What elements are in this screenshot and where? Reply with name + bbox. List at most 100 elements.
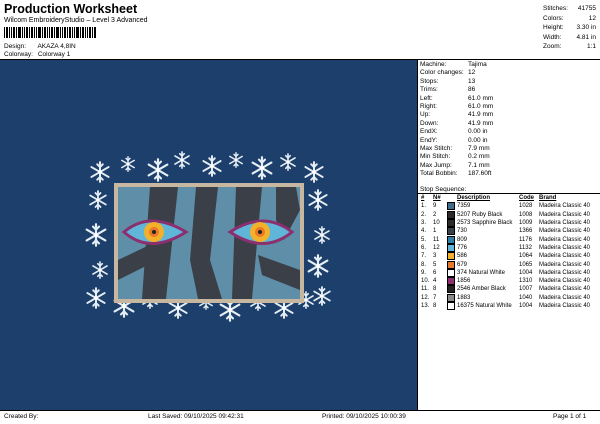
thread-description: 2573 Sapphire Black xyxy=(457,220,513,227)
color-swatch xyxy=(446,235,456,244)
thread-code: 1028 xyxy=(519,203,533,210)
height-value: 3.30 in xyxy=(576,24,596,31)
thread-code: 1366 xyxy=(519,228,533,235)
design-preview xyxy=(0,60,417,410)
spec-label: Up: xyxy=(420,111,431,119)
thread-brand: Madeira Classic 40 xyxy=(539,211,591,218)
last-saved: Last Saved: 09/10/2025 09:42:31 xyxy=(148,413,244,420)
table-row: 3. 10 2573 Sapphire Black 1009 Madeira Class… xyxy=(420,219,591,228)
thread-brand: Madeira Classic 40 xyxy=(539,294,591,301)
thread-description: 776 xyxy=(457,244,468,251)
color-swatch-box xyxy=(447,210,455,219)
needle-number: 12 xyxy=(433,244,440,251)
spec-label: Stops: xyxy=(420,77,439,85)
color-swatch xyxy=(446,219,456,228)
color-swatch xyxy=(446,227,456,236)
width-value: 4.81 in xyxy=(576,33,596,41)
color-swatch xyxy=(446,293,456,302)
spec-label: EndY: xyxy=(420,136,438,144)
colorway-label: Colorway: xyxy=(4,51,33,58)
height-label: Height: xyxy=(543,24,564,31)
table-row: 6. 12 776 1132 Madeira Classic 40 xyxy=(420,243,591,252)
colors-label: Colors: xyxy=(543,14,564,22)
table-row: 8. 5 679 1065 Madeira Classic 40 xyxy=(420,260,591,269)
thread-description: 16375 Natural White xyxy=(457,303,512,309)
page-number: Page 1 of 1 xyxy=(553,413,587,420)
color-swatch-box xyxy=(447,285,455,294)
thread-description: 5207 Ruby Black xyxy=(457,211,503,218)
colorway-value: Colorway 1 xyxy=(37,51,71,58)
stop-number: 4. xyxy=(421,228,427,235)
thread-description: 1883 xyxy=(457,294,471,301)
stop-number: 12. xyxy=(421,294,430,301)
spec-value: 41.9 mm xyxy=(468,111,494,119)
color-swatch xyxy=(446,243,456,252)
needle-number: 6 xyxy=(433,269,437,276)
needle-number: 1 xyxy=(433,228,437,235)
stop-number: 8. xyxy=(421,261,427,268)
stop-number: 10. xyxy=(421,278,430,285)
table-row: 5. 11 809 1176 Madeira Classic 40 xyxy=(420,235,591,244)
needle-number: 8 xyxy=(433,303,437,309)
thread-code: 1008 xyxy=(519,211,533,218)
col-swatch xyxy=(446,194,456,202)
zoom-label: Zoom: xyxy=(543,43,562,50)
color-swatch xyxy=(446,302,456,310)
col-description: Description xyxy=(457,195,491,202)
colorway-row: Colorway: Colorway 1 xyxy=(4,51,70,58)
table-row: 2. 2 5207 Ruby Black 1008 Madeira Classic 40 xyxy=(420,210,591,219)
zoom-value: 1:1 xyxy=(586,43,596,50)
color-swatch xyxy=(446,260,456,269)
design-label: Design: xyxy=(4,43,27,50)
spec-value: 41.9 mm xyxy=(468,119,494,127)
spec-value: 86 xyxy=(468,86,476,94)
stop-sequence-title: Stop Sequence: xyxy=(420,186,467,193)
color-swatch-box xyxy=(447,219,455,228)
spec-label: Right: xyxy=(420,103,437,111)
color-swatch-box xyxy=(447,293,455,302)
color-swatch xyxy=(446,285,456,294)
needle-number: 3 xyxy=(433,253,437,260)
spec-value: 61.0 mm xyxy=(468,94,494,102)
thread-code: 1007 xyxy=(519,286,533,293)
table-row: 13. 8 16375 Natural White 1004 Madeira Class… xyxy=(420,302,591,310)
needle-number: 8 xyxy=(433,286,437,293)
width-label: Width: xyxy=(543,33,562,41)
col-needle: N# xyxy=(433,195,441,202)
stop-number: 11. xyxy=(421,286,429,293)
spec-label: EndX: xyxy=(420,128,438,136)
needle-number: 11 xyxy=(433,236,440,243)
needle-number: 9 xyxy=(433,203,437,210)
stop-number: 1. xyxy=(421,203,427,210)
thread-brand: Madeira Classic 40 xyxy=(539,286,591,293)
color-swatch-box xyxy=(447,277,455,286)
thread-description: 586 xyxy=(457,253,468,260)
spec-label: Total Bobbin: xyxy=(420,170,458,178)
stitches-value: 41755 xyxy=(577,5,596,12)
thread-brand: Madeira Classic 40 xyxy=(539,220,591,227)
thread-code: 1065 xyxy=(519,261,533,268)
thread-brand: Madeira Classic 40 xyxy=(539,203,591,210)
spec-label: Trims: xyxy=(420,86,438,94)
col-number: # xyxy=(421,195,425,202)
spec-label: Machine: xyxy=(420,61,447,68)
spec-value: 0.00 in xyxy=(468,136,488,144)
color-swatch xyxy=(446,268,456,277)
summary-block: Stitches: 41755 Colors: 12 Height: 3.30 in … xyxy=(543,4,596,52)
thread-code: 1310 xyxy=(519,278,533,285)
thread-code: 1009 xyxy=(519,220,533,227)
stop-number: 7. xyxy=(421,253,427,260)
spec-label: Min Stitch: xyxy=(420,153,451,161)
thread-brand: Madeira Classic 40 xyxy=(539,244,591,251)
color-swatch-box xyxy=(447,235,455,244)
table-row: 11. 8 2546 Amber Black 1007 Madeira Classic … xyxy=(420,285,591,294)
needle-number: 7 xyxy=(433,294,437,301)
needle-number: 10 xyxy=(433,220,440,227)
col-code: Code xyxy=(519,195,534,202)
stop-number: 13. xyxy=(421,303,430,309)
barcode xyxy=(4,27,96,38)
footer-divider xyxy=(0,410,600,411)
color-swatch-box xyxy=(447,202,455,211)
spec-label: Max Jump: xyxy=(420,161,452,169)
printed-date: Printed: 09/10/2025 10:00:39 xyxy=(322,413,406,420)
